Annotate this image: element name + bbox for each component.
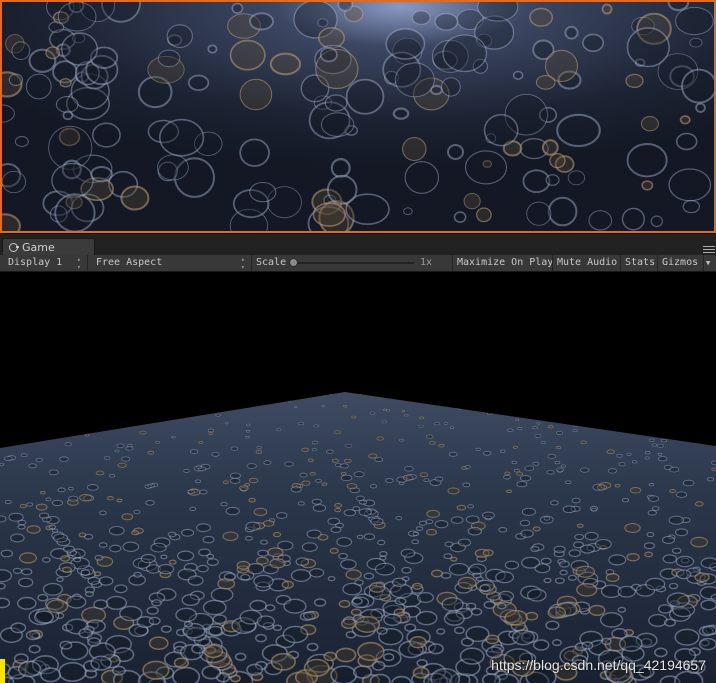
gizmos-button[interactable]: Gizmos — [657, 255, 704, 271]
scene-surface — [2, 2, 714, 231]
scene-view[interactable] — [0, 0, 716, 233]
display-dropdown[interactable]: Display 1 — [0, 255, 88, 271]
scale-slider-handle[interactable] — [289, 258, 298, 267]
aspect-dropdown[interactable]: Free Aspect — [88, 255, 252, 271]
game-view[interactable]: https://blog.csdn.net/qq_42194657 — [0, 272, 716, 683]
mute-audio-button[interactable]: Mute Audio — [552, 255, 621, 271]
aspect-dropdown-label: Free Aspect — [96, 257, 163, 268]
watermark: https://blog.csdn.net/qq_42194657 — [491, 657, 706, 673]
pacman-icon — [9, 243, 19, 252]
gizmos-dropdown-arrow-icon[interactable]: ▼ — [703, 255, 716, 271]
tab-menu-icon[interactable] — [703, 246, 715, 254]
display-dropdown-label: Display 1 — [8, 257, 63, 268]
tab-game-label: Game — [22, 241, 55, 254]
tab-game[interactable]: Game — [2, 238, 95, 256]
corner-marker — [0, 659, 5, 683]
game-surface — [0, 392, 716, 683]
scale-slider-track[interactable] — [292, 262, 414, 264]
stats-button[interactable]: Stats — [620, 255, 659, 271]
game-toolbar: Display 1 Free Aspect Scale 1x Maximize … — [0, 255, 716, 272]
scale-value: 1x — [420, 257, 433, 268]
maximize-on-play-button[interactable]: Maximize On Play — [452, 255, 557, 271]
scale-label: Scale — [256, 257, 287, 268]
game-tab-strip: Game — [0, 233, 716, 256]
